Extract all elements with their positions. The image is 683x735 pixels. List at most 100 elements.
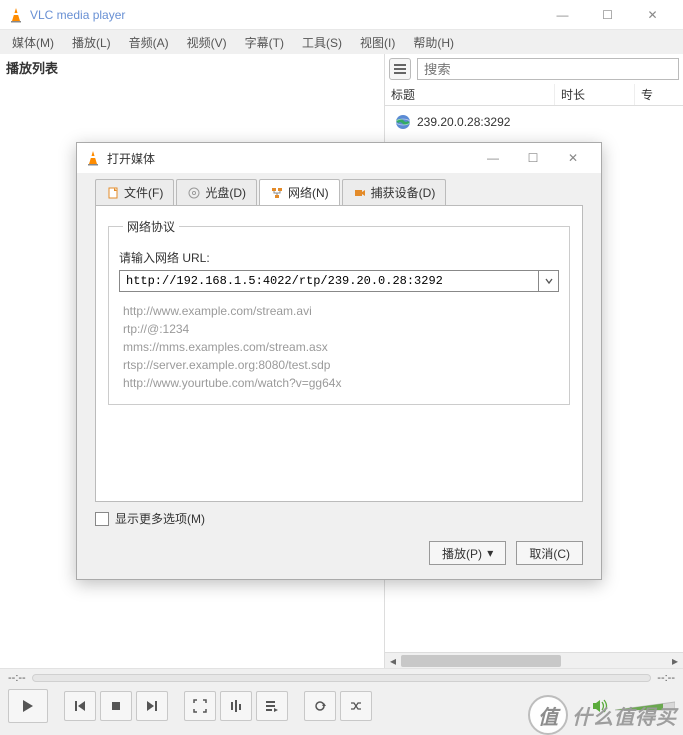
window-title: VLC media player [30,8,540,22]
equalizer-icon [229,699,243,713]
seek-bar: --:-- --:-- [0,668,683,686]
previous-button[interactable] [64,691,96,721]
dialog-title: 打开媒体 [107,150,473,167]
dialog-close-button[interactable]: ✕ [553,144,593,172]
col-album[interactable]: 专 [635,84,683,105]
fullscreen-icon [193,699,207,713]
search-input[interactable] [417,58,679,80]
url-dropdown-button[interactable] [538,271,558,291]
watermark: 值 什么值得买 [528,695,677,735]
list-item-label: 239.20.0.28:3292 [417,115,510,129]
dialog-maximize-button[interactable]: ☐ [513,144,553,172]
fullscreen-button[interactable] [184,691,216,721]
close-button[interactable]: ✕ [630,0,675,30]
time-total: --:-- [657,672,675,684]
shuffle-icon [349,699,363,713]
tab-disc[interactable]: 光盘(D) [176,179,257,205]
loop-icon [313,699,327,713]
dialog-minimize-button[interactable]: — [473,144,513,172]
play-icon [20,698,36,714]
network-protocol-group: 网络协议 请输入网络 URL: http://www.example.com/s… [108,218,570,405]
tab-capture[interactable]: 捕获设备(D) [342,179,447,205]
list-body: 239.20.0.28:3292 [385,106,683,138]
playlist-icon [265,699,279,713]
playlist-title: 播放列表 [0,54,384,81]
tab-pane-network: 网络协议 请输入网络 URL: http://www.example.com/s… [95,205,583,502]
menu-help[interactable]: 帮助(H) [405,32,462,53]
cancel-button-label: 取消(C) [529,545,570,562]
view-mode-button[interactable] [389,58,411,80]
tab-network-label: 网络(N) [288,184,329,201]
col-title[interactable]: 标题 [385,84,555,105]
menu-view[interactable]: 视图(I) [352,32,403,53]
loop-button[interactable] [304,691,336,721]
dialog-tabs: 文件(F) 光盘(D) 网络(N) 捕获设备(D) [77,173,601,205]
network-icon [270,186,284,200]
stop-button[interactable] [100,691,132,721]
menu-video[interactable]: 视频(V) [179,32,235,53]
playlist-button[interactable] [256,691,288,721]
vlc-logo-icon [8,7,24,23]
url-examples: http://www.example.com/stream.avi rtp://… [119,302,559,392]
tab-capture-label: 捕获设备(D) [371,184,436,201]
dropdown-arrow-icon: ▾ [484,546,493,560]
tab-disc-label: 光盘(D) [205,184,246,201]
more-options-label: 显示更多选项(M) [115,510,205,527]
list-item[interactable]: 239.20.0.28:3292 [391,112,677,132]
list-view-icon [393,62,407,76]
scroll-right-icon[interactable]: ▸ [667,653,683,669]
shuffle-button[interactable] [340,691,372,721]
window-titlebar: VLC media player — ☐ ✕ [0,0,683,30]
next-button[interactable] [136,691,168,721]
dialog-titlebar: 打开媒体 — ☐ ✕ [77,143,601,173]
next-icon [145,699,159,713]
url-input[interactable] [120,274,538,288]
scroll-left-icon[interactable]: ◂ [385,653,401,669]
globe-icon [395,114,411,130]
more-options-checkbox[interactable]: 显示更多选项(M) [95,510,583,527]
example-3: mms://mms.examples.com/stream.asx [123,338,555,356]
file-icon [106,186,120,200]
menu-audio[interactable]: 音频(A) [121,32,177,53]
stop-icon [109,699,123,713]
time-elapsed: --:-- [8,672,26,684]
dialog-button-row: 播放(P) ▾ 取消(C) [77,541,601,579]
menu-media[interactable]: 媒体(M) [4,32,62,53]
tab-file-label: 文件(F) [124,184,163,201]
list-header: 标题 时长 专 [385,84,683,106]
menu-playback[interactable]: 播放(L) [64,32,119,53]
capture-icon [353,186,367,200]
minimize-button[interactable]: — [540,0,585,30]
open-media-dialog: 打开媒体 — ☐ ✕ 文件(F) 光盘(D) 网络(N) 捕获设备(D) 网络协… [76,142,602,580]
scrollbar-thumb[interactable] [401,655,561,667]
disc-icon [187,186,201,200]
horizontal-scrollbar[interactable]: ◂ ▸ [385,652,683,668]
play-button-label: 播放(P) [442,545,482,562]
col-duration[interactable]: 时长 [555,84,635,105]
chevron-down-icon [544,276,554,286]
dialog-options-row: 显示更多选项(M) [77,510,601,541]
prev-icon [73,699,87,713]
tab-network[interactable]: 网络(N) [259,179,340,205]
play-dropdown-button[interactable]: 播放(P) ▾ [429,541,506,565]
vlc-logo-icon [85,150,101,166]
menu-tools[interactable]: 工具(S) [294,32,350,53]
tab-file[interactable]: 文件(F) [95,179,174,205]
maximize-button[interactable]: ☐ [585,0,630,30]
seek-track[interactable] [32,674,652,682]
watermark-text: 什么值得买 [572,701,677,730]
url-prompt: 请输入网络 URL: [119,249,559,266]
url-combo [119,270,559,292]
example-4: rtsp://server.example.org:8080/test.sdp [123,356,555,374]
example-5: http://www.yourtube.com/watch?v=gg64x [123,374,555,392]
watermark-logo: 值 [528,695,568,735]
menubar: 媒体(M) 播放(L) 音频(A) 视频(V) 字幕(T) 工具(S) 视图(I… [0,30,683,54]
play-button[interactable] [8,689,48,723]
cancel-button[interactable]: 取消(C) [516,541,583,565]
menu-subtitle[interactable]: 字幕(T) [237,32,292,53]
group-legend: 网络协议 [123,218,179,235]
checkbox-icon [95,512,109,526]
example-2: rtp://@:1234 [123,320,555,338]
extended-settings-button[interactable] [220,691,252,721]
example-1: http://www.example.com/stream.avi [123,302,555,320]
